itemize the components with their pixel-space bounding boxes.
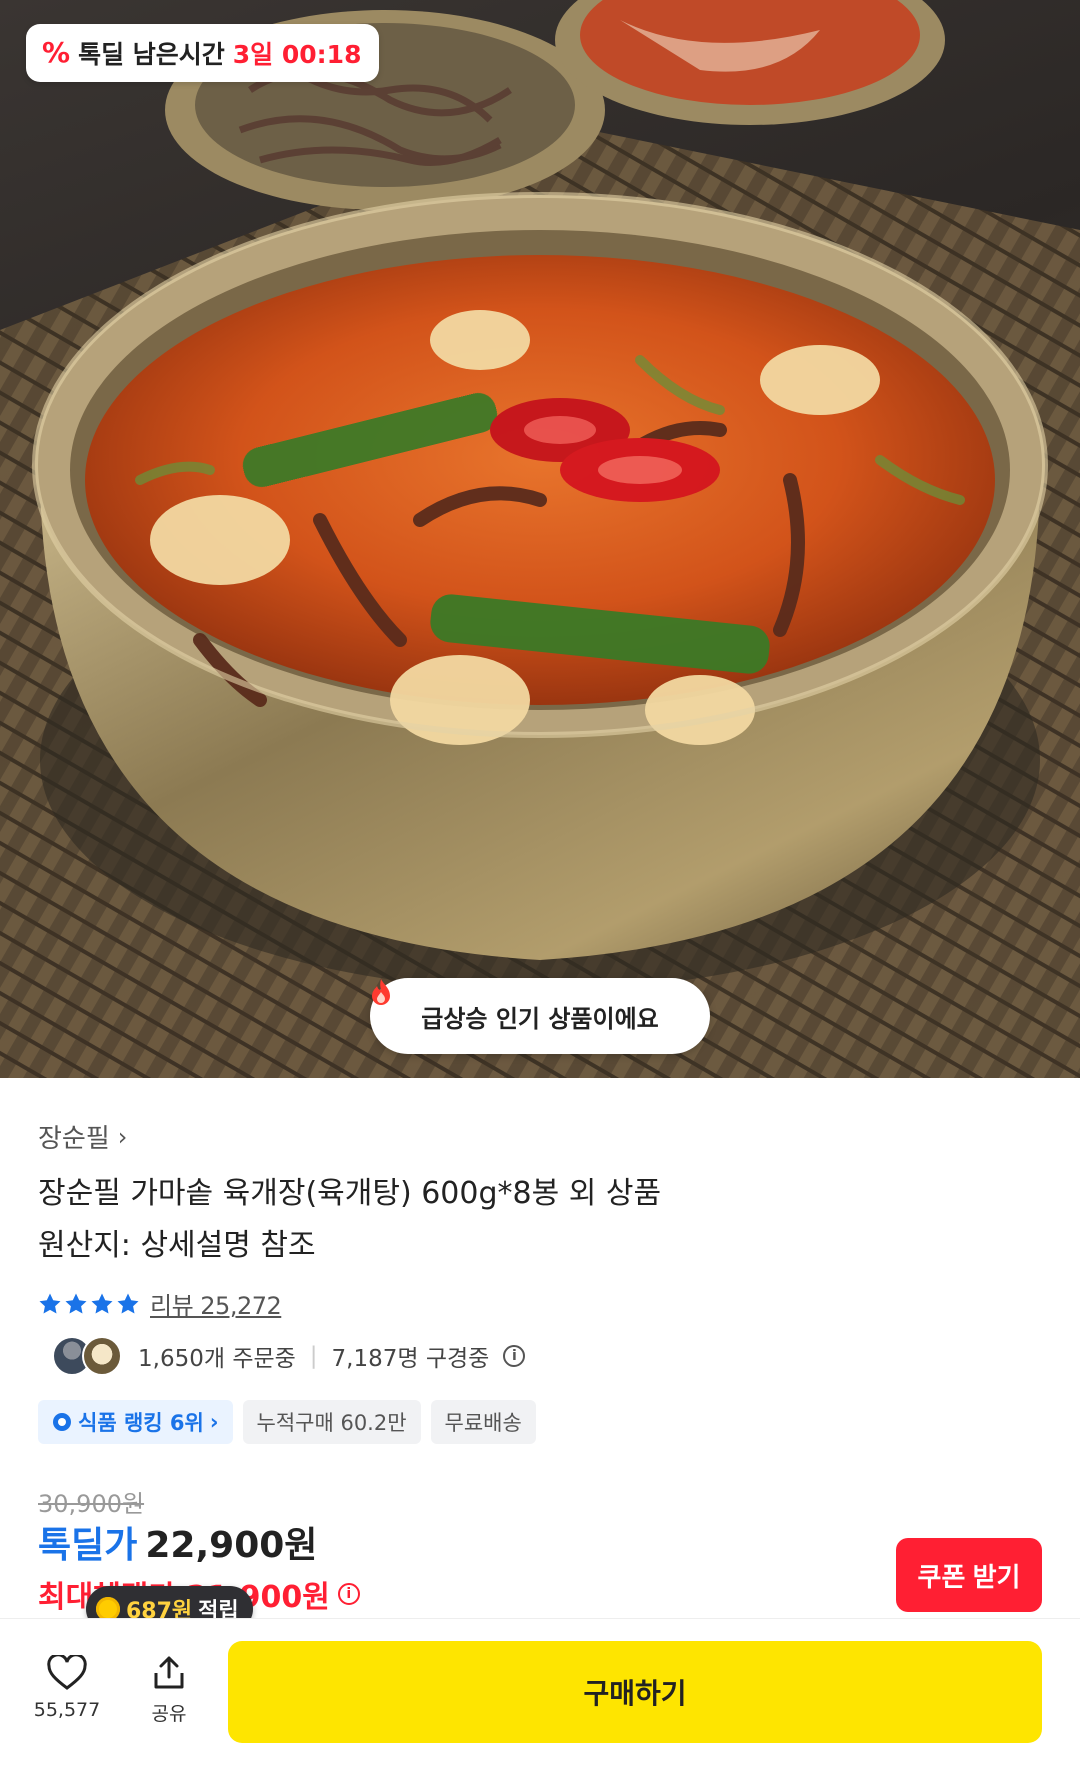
like-button[interactable]: 55,577 [22,1655,112,1755]
avatar [82,1336,122,1376]
rating-row[interactable]: 리뷰 25,272 [38,1286,282,1321]
trending-badge: 급상승 인기 상품이에요 [370,978,710,1054]
share-icon [154,1656,184,1689]
star-icon [65,1293,87,1313]
ranking-label: 식품 랭킹 6위 [78,1411,204,1435]
social-proof-row: 1,650개 주문중 | 7,187명 구경중 i [52,1336,526,1376]
buyer-avatars [52,1336,124,1376]
viewers-count: 7,187명 구경중 [331,1346,490,1372]
star-icon [39,1293,61,1313]
percent-icon: % [42,36,71,69]
info-icon[interactable]: i [337,1583,360,1605]
product-title: 장순필 가마솥 육개장(육개탕) 600g*8봉 외 상품 원산지: 상세설명 … [38,1168,1038,1272]
product-image[interactable]: % 톡딜 남은시간 3일 00:18 급상승 인기 상품이에요 [0,0,1080,1078]
buy-button[interactable]: 구매하기 [228,1641,1042,1743]
product-tags: 식품 랭킹 6위 › 누적구매 60.2만 무료배송 [38,1400,536,1444]
divider: | [309,1343,318,1369]
get-coupon-button[interactable]: 쿠폰 받기 [896,1538,1042,1612]
rating-stars [38,1292,140,1316]
share-button[interactable]: 공유 [124,1655,214,1755]
star-icon [91,1293,113,1313]
brand-name: 장순필 [38,1124,110,1154]
review-count-link[interactable]: 리뷰 25,272 [150,1286,282,1321]
deal-price-row: 톡딜가 22,900원 [38,1516,317,1568]
brand-link[interactable]: 장순필 › [38,1118,127,1155]
product-title-line1: 장순필 가마솥 육개장(육개탕) 600g*8봉 외 상품 [38,1176,662,1211]
chevron-right-icon: › [117,1122,128,1151]
original-price: 30,900원 [38,1490,145,1518]
info-icon[interactable]: i [503,1345,526,1367]
deal-price: 22,900원 [145,1525,318,1566]
bottom-action-bar: 55,577 공유 구매하기 [0,1618,1080,1768]
orders-count: 1,650개 주문중 [138,1346,296,1372]
chevron-right-icon: › [209,1410,219,1434]
star-icon [117,1293,139,1313]
badge-gear-icon [53,1413,71,1431]
ranking-tag[interactable]: 식품 랭킹 6위 › [38,1400,233,1444]
deal-timer-label: 톡딜 남은시간 [78,40,225,69]
free-shipping-tag: 무료배송 [430,1400,536,1444]
cumulative-tag: 누적구매 60.2만 [242,1400,421,1444]
share-label: 공유 [151,1703,187,1725]
fire-icon [372,979,390,1005]
trending-label: 급상승 인기 상품이에요 [421,1004,659,1033]
deal-timer-badge: % 톡딜 남은시간 3일 00:18 [26,24,380,82]
deal-price-label: 톡딜가 [38,1525,138,1566]
like-count: 55,577 [33,1699,101,1721]
deal-timer-value: 3일 00:18 [232,40,362,69]
product-origin: 원산지: 상세설명 참조 [38,1228,316,1263]
yukgaejang-photo [0,0,1080,1078]
heart-icon [47,1655,87,1690]
